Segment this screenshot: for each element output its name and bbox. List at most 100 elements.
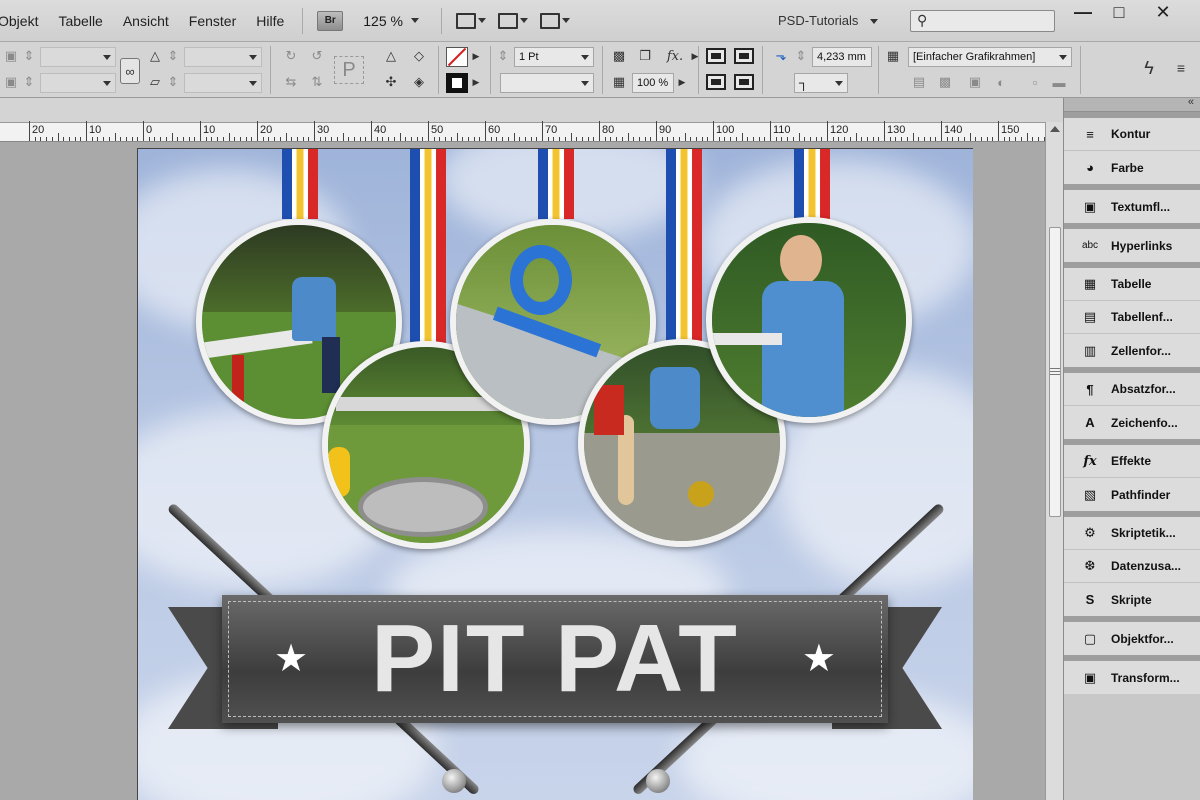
reference-point-icon[interactable]: ▣ <box>0 72 22 92</box>
corner-size-value: 4,233 mm <box>817 51 866 63</box>
fill-color-swatch[interactable] <box>446 73 468 93</box>
stepper-icon[interactable]: ⇕ <box>496 46 510 66</box>
stroke-type-dropdown[interactable] <box>500 73 594 93</box>
panel-item-objektfor[interactable]: ▢ Objektfor... <box>1064 622 1200 655</box>
chevron-right-icon[interactable]: ▶ <box>470 72 482 92</box>
ruler-tick <box>342 133 344 141</box>
auto-fit-icon[interactable]: ▬ <box>1048 72 1070 92</box>
center-content-icon[interactable]: ◐ <box>990 72 1012 92</box>
stepper-icon[interactable]: ⇕ <box>794 46 808 66</box>
bridge-button[interactable]: Br <box>317 10 344 31</box>
panel-item-datenzusa[interactable]: ❆ Datenzusa... <box>1064 550 1200 583</box>
panel-item-kontur[interactable]: ≡ Kontur <box>1064 118 1200 151</box>
flip-vertical-icon[interactable]: ⇅ <box>306 72 328 92</box>
menu-fenster[interactable]: Fenster <box>179 0 246 42</box>
panel-item-transform[interactable]: ▣ Transform... <box>1064 661 1200 694</box>
chevron-right-icon[interactable]: ▶ <box>470 46 482 66</box>
search-input[interactable]: ⚲ <box>910 10 1055 32</box>
text-wrap-bounding-icon[interactable] <box>734 48 754 64</box>
panel-menu-icon[interactable]: ≡ <box>1170 58 1192 78</box>
screen-mode-button[interactable] <box>497 10 528 32</box>
panel-group: ▣ Transform... <box>1064 655 1200 694</box>
ruler-tick <box>456 133 458 141</box>
close-button[interactable]: ✕ <box>1146 0 1180 24</box>
minimize-button[interactable]: — <box>1066 0 1100 24</box>
document-title[interactable]: PIT PAT <box>222 595 888 723</box>
stepper-icon[interactable]: ⇕ <box>22 46 36 66</box>
rotation-field[interactable] <box>184 47 262 67</box>
panel-item-hyperlinks[interactable]: abc Hyperlinks <box>1064 229 1200 262</box>
stepper-icon[interactable]: ⇕ <box>22 72 36 92</box>
drop-shadow-icon[interactable]: ▩ <box>608 46 630 66</box>
panel-dock-header[interactable]: « <box>1064 96 1200 112</box>
ruler-tick <box>656 121 657 141</box>
x-position-field[interactable] <box>40 47 116 67</box>
select-content-icon[interactable]: ✣ <box>380 72 402 92</box>
shear-field[interactable] <box>184 73 262 93</box>
fx-icon[interactable]: fx. <box>664 46 686 66</box>
text-wrap-none-icon[interactable] <box>706 48 726 64</box>
clear-overrides-icon[interactable]: ▤ <box>908 72 930 92</box>
fit-content-icon[interactable]: ▩ <box>934 72 956 92</box>
stroke-color-swatch[interactable] <box>446 47 468 67</box>
workspace-switcher[interactable]: PSD-Tutorials <box>778 0 879 42</box>
fit-frame-icon[interactable]: ▣ <box>964 72 986 92</box>
stepper-icon[interactable]: ⇕ <box>166 46 180 66</box>
rotate-ccw-icon[interactable]: ↺ <box>306 46 328 66</box>
collapse-panels-icon[interactable]: « <box>1188 96 1194 108</box>
opacity-field[interactable]: 100 % <box>632 73 674 93</box>
menu-hilfe[interactable]: Hilfe <box>246 0 294 42</box>
corner-size-field[interactable]: 4,233 mm <box>812 47 872 67</box>
panel-item-zellenfor[interactable]: ▥ Zellenfor... <box>1064 334 1200 367</box>
view-options-button[interactable] <box>455 10 486 32</box>
constrain-proportions-icon[interactable]: ∞ <box>120 58 140 84</box>
title-banner[interactable]: ★ PIT PAT ★ <box>222 595 888 723</box>
object-style-dropdown[interactable]: [Einfacher Grafikrahmen] <box>908 47 1072 67</box>
reference-point-icon[interactable]: ▣ <box>0 46 22 66</box>
text-wrap-jump-icon[interactable] <box>734 74 754 90</box>
zoom-dropdown[interactable]: 125 % <box>349 13 433 29</box>
restore-button[interactable]: □ <box>1102 0 1136 24</box>
y-position-field[interactable] <box>40 73 116 93</box>
horizontal-ruler[interactable]: 20 10 0 10 20 30 40 50 60 70 80 90 100 110 120 130 140 15… <box>0 121 1060 142</box>
panel-item-effekte[interactable]: fx Effekte <box>1064 445 1200 478</box>
chevron-down-icon <box>249 81 257 86</box>
select-next-icon[interactable]: ◈ <box>408 72 430 92</box>
text-wrap-shape-icon[interactable] <box>706 74 726 90</box>
select-previous-icon[interactable]: ◇ <box>408 46 430 66</box>
menu-objekt[interactable]: Objekt <box>0 0 48 42</box>
shadow-square-icon[interactable]: ❐ <box>634 46 656 66</box>
panel-item-absatzfor[interactable]: ¶ Absatzfor... <box>1064 373 1200 406</box>
scrollbar-thumb[interactable] <box>1049 227 1061 517</box>
panel-item-skripte[interactable]: S Skripte <box>1064 583 1200 616</box>
arrange-documents-button[interactable] <box>539 10 570 32</box>
panel-item-tabelle[interactable]: ▦ Tabelle <box>1064 268 1200 301</box>
ruler-tick <box>866 137 868 141</box>
select-container-icon[interactable]: △ <box>380 46 402 66</box>
corner-shape-dropdown[interactable]: ┐ <box>794 73 848 93</box>
flip-horizontal-icon[interactable]: ⇆ <box>280 72 302 92</box>
vertical-scrollbar[interactable] <box>1045 122 1063 800</box>
photo-medal[interactable] <box>706 217 912 423</box>
ruler-tick <box>758 137 760 141</box>
lightning-icon[interactable]: ϟ <box>1138 58 1160 78</box>
panel-item-tabellenf[interactable]: ▤ Tabellenf... <box>1064 301 1200 334</box>
panel-item-zeichenfo[interactable]: A Zeichenfo... <box>1064 406 1200 439</box>
document-page[interactable]: ★ PIT PAT ★ <box>137 148 973 800</box>
fill-frame-icon[interactable]: ▫ <box>1024 72 1046 92</box>
ruler-tick <box>872 137 874 141</box>
panel-item-skriptetik[interactable]: ⚙ Skriptetik... <box>1064 517 1200 550</box>
chevron-right-icon[interactable]: ▶ <box>676 72 688 92</box>
rotate-cw-icon[interactable]: ↻ <box>280 46 302 66</box>
menu-tabelle[interactable]: Tabelle <box>48 0 112 42</box>
stroke-weight-field[interactable]: 1 Pt <box>514 47 594 67</box>
ruler-tick <box>969 133 971 141</box>
menu-ansicht[interactable]: Ansicht <box>113 0 179 42</box>
stroke-corner-icon[interactable]: ⬎ <box>770 46 792 66</box>
stepper-icon[interactable]: ⇕ <box>166 72 180 92</box>
ruler-tick <box>941 121 942 141</box>
panel-item-textumfl[interactable]: ▣ Textumfl... <box>1064 190 1200 223</box>
scroll-up-icon[interactable] <box>1050 126 1060 132</box>
panel-item-pathfinder[interactable]: ▧ Pathfinder <box>1064 478 1200 511</box>
panel-item-farbe[interactable]: ◕ Farbe <box>1064 151 1200 184</box>
